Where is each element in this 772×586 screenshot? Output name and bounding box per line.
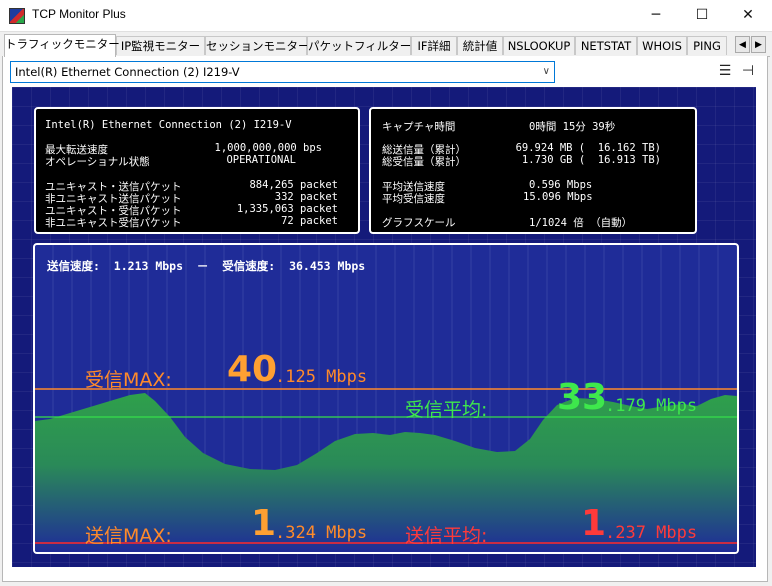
avg-recv-speed-label: 平均受信速度 (382, 193, 445, 205)
tab-whois[interactable]: WHOIS (637, 36, 687, 55)
close-button[interactable]: ✕ (725, 0, 771, 31)
adapter-select-value: Intel(R) Ethernet Connection (2) I219-V (15, 65, 240, 79)
op-state-label: オペレーショナル状態 (45, 156, 150, 168)
send-max-int: 1 (251, 503, 277, 544)
tab-scroll-right-button[interactable]: ▶ (751, 36, 766, 53)
adapter-info-panel: Intel(R) Ethernet Connection (2) I219-V … (34, 107, 360, 234)
app-icon (9, 8, 25, 24)
recv-max-label: 受信MAX: (85, 369, 172, 391)
send-avg-label: 送信平均: (405, 525, 488, 547)
non-unicast-recv-label: 非ユニキャスト受信パケット (45, 217, 182, 229)
pin-icon[interactable]: ⊣ (739, 62, 757, 80)
tab-session-monitor[interactable]: セッションモニター (205, 36, 310, 55)
send-speed-label: 送信速度: (47, 259, 100, 273)
unicast-recv-value: 1,335,063 packet (236, 203, 338, 215)
tab-if-detail[interactable]: IF詳細 (411, 36, 457, 55)
capture-time-label: キャプチャ時間 (382, 121, 456, 133)
op-state-value: OPERATIONAL (226, 154, 296, 166)
non-unicast-recv-value: 72 packet (281, 215, 338, 227)
recv-avg-label: 受信平均: (405, 399, 488, 421)
traffic-graph: 送信速度: 1.213 Mbps － 受信速度: 36.453 Mbps 受信M… (33, 243, 739, 554)
maximize-button[interactable]: ☐ (679, 0, 725, 31)
tab-packet-filter[interactable]: パケットフィルター (307, 36, 411, 55)
recv-max-decimal: .125 Mbps (275, 367, 368, 387)
chevron-down-icon[interactable]: ∨ (543, 62, 550, 82)
send-max-label: 送信MAX: (85, 525, 172, 547)
tab-statistics[interactable]: 統計値 (457, 36, 503, 55)
adapter-select[interactable]: Intel(R) Ethernet Connection (2) I219-V … (10, 61, 555, 83)
tab-ip-monitor[interactable]: IP監視モニター (116, 36, 205, 55)
window-title: TCP Monitor Plus (32, 7, 126, 21)
send-max-decimal: .324 Mbps (275, 523, 368, 543)
minimize-button[interactable]: ─ (633, 0, 679, 31)
total-sent-value: 69.924 MB ( 16.162 TB) (515, 142, 661, 154)
recv-speed-value: 36.453 Mbps (289, 259, 366, 273)
avg-send-speed-value: 0.596 Mbps (529, 179, 593, 191)
tab-ping[interactable]: PING (687, 36, 727, 55)
tab-nslookup[interactable]: NSLOOKUP (503, 36, 575, 55)
tab-bar: トラフィックモニター IP監視モニター セッションモニター パケットフィルター … (2, 34, 770, 57)
current-speed-readout: 送信速度: 1.213 Mbps － 受信速度: 36.453 Mbps (47, 258, 365, 274)
send-avg-int: 1 (581, 503, 607, 544)
graph-scale-label: グラフスケール (382, 217, 456, 229)
send-speed-value: 1.213 Mbps (113, 259, 184, 273)
non-unicast-sent-value: 332 packet (274, 191, 338, 203)
recv-avg-int: 33 (557, 377, 608, 418)
total-recv-label: 総受信量（累計） (382, 156, 466, 168)
send-avg-decimal: .237 Mbps (605, 523, 698, 543)
recv-max-int: 40 (227, 349, 278, 390)
recv-avg-decimal: .179 Mbps (605, 396, 698, 416)
tab-traffic-monitor[interactable]: トラフィックモニター (4, 34, 120, 57)
max-speed-value: 1,000,000,000 bps (214, 142, 322, 154)
list-view-icon[interactable]: ☰ (716, 62, 734, 80)
tab-netstat[interactable]: NETSTAT (575, 36, 637, 55)
unicast-sent-value: 884,265 packet (249, 179, 338, 191)
graph-scale-value: 1/1024 倍 （自動） (529, 217, 633, 229)
title-bar: TCP Monitor Plus ─ ☐ ✕ (0, 0, 772, 32)
tab-scroll-left-button[interactable]: ◀ (735, 36, 750, 53)
adapter-name: Intel(R) Ethernet Connection (2) I219-V (45, 119, 292, 131)
total-recv-value: 1.730 GB ( 16.913 TB) (521, 154, 661, 166)
avg-recv-speed-value: 15.096 Mbps (523, 191, 593, 203)
capture-time-value: 0時間 15分 39秒 (529, 121, 616, 133)
capture-info-panel: キャプチャ時間 0時間 15分 39秒 総送信量（累計） 69.924 MB (… (369, 107, 697, 234)
recv-speed-label: 受信速度: (222, 259, 276, 273)
speed-separator: － (196, 259, 209, 273)
